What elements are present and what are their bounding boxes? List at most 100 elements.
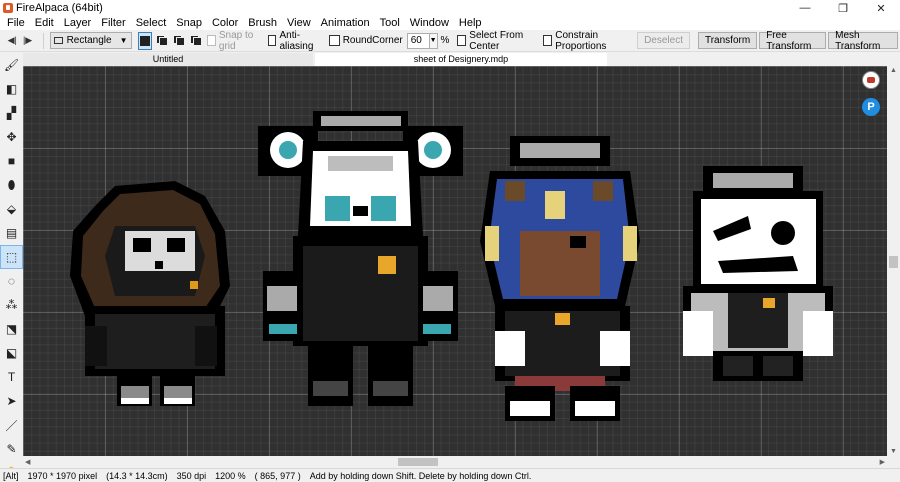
chevron-down-icon: ▼ bbox=[119, 36, 128, 45]
snap-to-grid-checkbox[interactable]: Snap to grid bbox=[207, 30, 260, 52]
gradient-tool-icon: ▤ bbox=[5, 226, 18, 240]
gradient-tool-button[interactable]: ▤ bbox=[0, 221, 23, 245]
select-tool-button[interactable]: ⬚ bbox=[0, 245, 23, 269]
selection-add-icon bbox=[156, 35, 168, 46]
transform-button[interactable]: Transform bbox=[697, 32, 758, 49]
menu-snap[interactable]: Snap bbox=[171, 16, 207, 30]
bucket-tool-button[interactable]: ⬙ bbox=[0, 197, 23, 221]
select-from-center-box bbox=[457, 35, 467, 46]
pixiv-p-icon[interactable]: P bbox=[862, 98, 880, 116]
text-tool-icon: T bbox=[7, 370, 16, 384]
menu-filter[interactable]: Filter bbox=[96, 16, 130, 30]
toolbar-divider bbox=[42, 32, 44, 49]
minimize-button[interactable]: — bbox=[786, 0, 824, 16]
operation-tool-button[interactable]: ➤ bbox=[0, 389, 23, 413]
scroll-up-arrow-icon[interactable]: ▲ bbox=[890, 67, 897, 74]
deselect-button[interactable]: Deselect bbox=[637, 32, 690, 49]
constrain-proportions-checkbox[interactable]: Constrain Proportions bbox=[543, 30, 629, 52]
maximize-button[interactable]: ❐ bbox=[824, 0, 862, 16]
shape-dropdown-value: Rectangle bbox=[66, 35, 112, 46]
menu-layer[interactable]: Layer bbox=[59, 16, 97, 30]
title-bar: FireAlpaca (64bit) — ❐ ✕ bbox=[0, 0, 900, 16]
selection-add-button[interactable] bbox=[155, 32, 169, 50]
scroll-right-arrow-icon[interactable]: ▶ bbox=[880, 458, 885, 466]
text-tool-button[interactable]: T bbox=[0, 365, 23, 389]
eraser-tool-button[interactable]: ◧ bbox=[0, 77, 23, 101]
dot-tool-button[interactable]: ▞ bbox=[0, 101, 23, 125]
menu-tool[interactable]: Tool bbox=[375, 16, 405, 30]
menu-edit[interactable]: Edit bbox=[30, 16, 59, 30]
magic-wand-tool-button[interactable]: ⁂ bbox=[0, 293, 23, 317]
vertical-scrollbar[interactable]: ▲ ▼ bbox=[887, 66, 900, 456]
select-from-center-label: Select From Center bbox=[469, 29, 524, 52]
brush-tool-icon: 🖌 bbox=[3, 58, 20, 72]
fill-rect-tool-icon: ■ bbox=[7, 154, 16, 168]
constrain-proportions-box bbox=[543, 35, 553, 46]
round-corner-spin[interactable]: ▼ bbox=[429, 32, 438, 49]
status-dpi: 350 dpi bbox=[176, 470, 207, 481]
constrain-proportions-label: Constrain Proportions bbox=[555, 29, 607, 52]
menu-select[interactable]: Select bbox=[131, 16, 172, 30]
dot-tool-icon: ▞ bbox=[6, 106, 17, 120]
tab-sheet-of-designery[interactable]: sheet of Designery.mdp bbox=[315, 53, 607, 66]
menu-bar: File Edit Layer Filter Select Snap Color… bbox=[0, 16, 900, 30]
selection-new-icon bbox=[139, 35, 150, 46]
selection-intersect-button[interactable] bbox=[190, 32, 204, 50]
free-transform-button[interactable]: Free Transform bbox=[759, 30, 827, 52]
panel-right-icon[interactable]: |▶ bbox=[21, 33, 33, 49]
lasso-fill-tool-button[interactable]: ⬮ bbox=[0, 173, 23, 197]
character-sprite-white-face bbox=[683, 166, 833, 381]
menu-view[interactable]: View bbox=[282, 16, 316, 30]
fill-rect-tool-button[interactable]: ■ bbox=[0, 149, 23, 173]
move-tool-icon: ✥ bbox=[6, 130, 17, 144]
document-tabs: Untitled sheet of Designery.mdp bbox=[23, 53, 900, 66]
eyedropper-tool-button[interactable]: ✎ bbox=[0, 437, 23, 461]
firealpaca-mascot-icon[interactable] bbox=[862, 71, 880, 89]
menu-color[interactable]: Color bbox=[207, 16, 243, 30]
selection-intersect-icon bbox=[191, 35, 203, 46]
round-corner-checkbox[interactable]: RoundCorner bbox=[328, 35, 403, 46]
operation-tool-icon: ➤ bbox=[6, 394, 17, 408]
brush-tool-button[interactable]: 🖌 bbox=[0, 53, 23, 77]
anti-aliasing-checkbox[interactable]: Anti-aliasing bbox=[267, 29, 321, 52]
status-coords: ( 865, 977 ) bbox=[254, 470, 301, 481]
select-from-center-checkbox[interactable]: Select From Center bbox=[457, 30, 535, 52]
status-bar: [Alt] 1970 * 1970 pixel (14.3 * 14.3cm) … bbox=[0, 468, 900, 482]
shape-dropdown[interactable]: Rectangle ▼ bbox=[49, 32, 132, 49]
mesh-transform-button[interactable]: Mesh Transform bbox=[828, 30, 899, 52]
vertical-scroll-thumb[interactable] bbox=[889, 256, 898, 268]
round-corner-box bbox=[328, 35, 340, 46]
divide-tool-icon: ／ bbox=[5, 418, 18, 433]
menu-brush[interactable]: Brush bbox=[243, 16, 282, 30]
snap-to-grid-label: Snap to grid bbox=[218, 29, 254, 52]
anti-aliasing-box bbox=[267, 35, 277, 46]
scroll-down-arrow-icon[interactable]: ▼ bbox=[890, 448, 897, 455]
scroll-left-arrow-icon[interactable]: ◀ bbox=[25, 458, 30, 466]
horizontal-scrollbar[interactable]: ◀ ▶ bbox=[23, 456, 887, 468]
tab-untitled[interactable]: Untitled bbox=[23, 53, 313, 66]
anti-aliasing-label: Anti-aliasing bbox=[279, 29, 314, 52]
drawing-canvas[interactable] bbox=[23, 66, 887, 456]
lasso-tool-button[interactable]: ◌ bbox=[0, 269, 23, 293]
move-tool-button[interactable]: ✥ bbox=[0, 125, 23, 149]
status-mode: [Alt] bbox=[3, 470, 19, 481]
magic-wand-tool-icon: ⁂ bbox=[5, 298, 18, 312]
close-button[interactable]: ✕ bbox=[862, 0, 900, 16]
menu-file[interactable]: File bbox=[2, 16, 30, 30]
divide-tool-button[interactable]: ／ bbox=[0, 413, 23, 437]
menu-animation[interactable]: Animation bbox=[316, 16, 375, 30]
select-tool-icon: ⬚ bbox=[5, 250, 18, 264]
lasso-tool-icon: ◌ bbox=[7, 274, 16, 288]
selection-subtract-button[interactable] bbox=[172, 32, 186, 50]
menu-window[interactable]: Window bbox=[405, 16, 454, 30]
select-eraser-tool-button[interactable]: ⬕ bbox=[0, 341, 23, 365]
panel-left-icon[interactable]: ◀| bbox=[6, 33, 18, 49]
window-controls: — ❐ ✕ bbox=[786, 0, 900, 16]
selection-new-button[interactable] bbox=[137, 31, 152, 50]
menu-help[interactable]: Help bbox=[454, 16, 487, 30]
horizontal-scroll-thumb[interactable] bbox=[398, 458, 438, 466]
lasso-fill-tool-icon: ⬮ bbox=[7, 177, 16, 192]
round-corner-input[interactable]: 60 bbox=[406, 32, 430, 49]
character-sprite-hooded-brown bbox=[70, 181, 230, 406]
select-pen-tool-button[interactable]: ⬔ bbox=[0, 317, 23, 341]
